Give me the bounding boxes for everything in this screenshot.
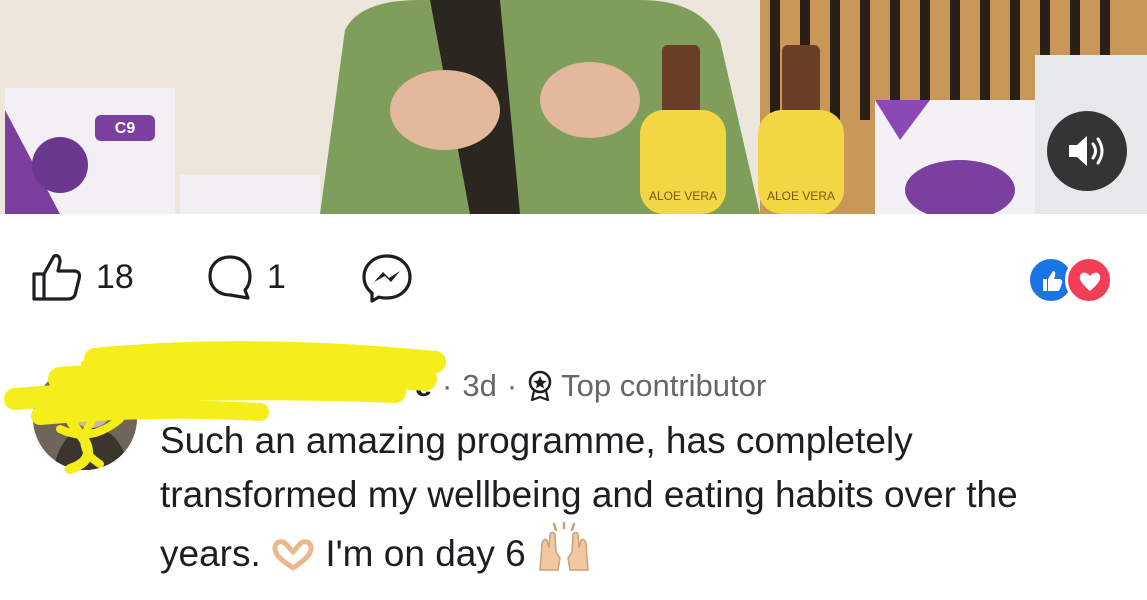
comment-button[interactable]: 1 <box>205 252 286 302</box>
comment-item: e · 3d · Top contributor Such an amazing… <box>0 334 1147 600</box>
meta-separator: · <box>506 368 518 403</box>
post-actions-bar: 18 1 <box>0 214 1147 334</box>
top-contributor-badge-icon <box>528 370 552 402</box>
bottle-label-right: ALOE VERA <box>767 189 835 203</box>
comment-count: 1 <box>267 257 286 296</box>
comment-bubble-icon <box>208 255 252 300</box>
thumbs-up-icon <box>32 254 82 301</box>
reaction-summary[interactable] <box>1027 256 1117 304</box>
messenger-share-button[interactable] <box>360 252 414 304</box>
video-frame: C9 ALOE VERA ALOE VERA <box>0 0 1147 214</box>
post-video[interactable]: C9 ALOE VERA ALOE VERA <box>0 0 1147 214</box>
raised-hands-emoji <box>539 522 589 571</box>
like-count: 18 <box>96 257 134 296</box>
heart-hands-emoji <box>272 539 314 571</box>
bottle-label-left: ALOE VERA <box>649 189 717 203</box>
like-button[interactable]: 18 <box>30 252 134 302</box>
comment-time[interactable]: 3d <box>462 368 496 404</box>
top-contributor-badge: Top contributor <box>561 368 767 403</box>
messenger-icon <box>362 254 412 303</box>
comment-text-tail: I'm on day 6 <box>325 533 526 574</box>
love-reaction-icon <box>1065 256 1113 304</box>
speaker-volume-icon <box>1069 136 1104 166</box>
mute-button[interactable] <box>1047 111 1127 191</box>
comment-body: Such an amazing programme, has completel… <box>160 414 1120 581</box>
kit-label: C9 <box>115 120 136 137</box>
